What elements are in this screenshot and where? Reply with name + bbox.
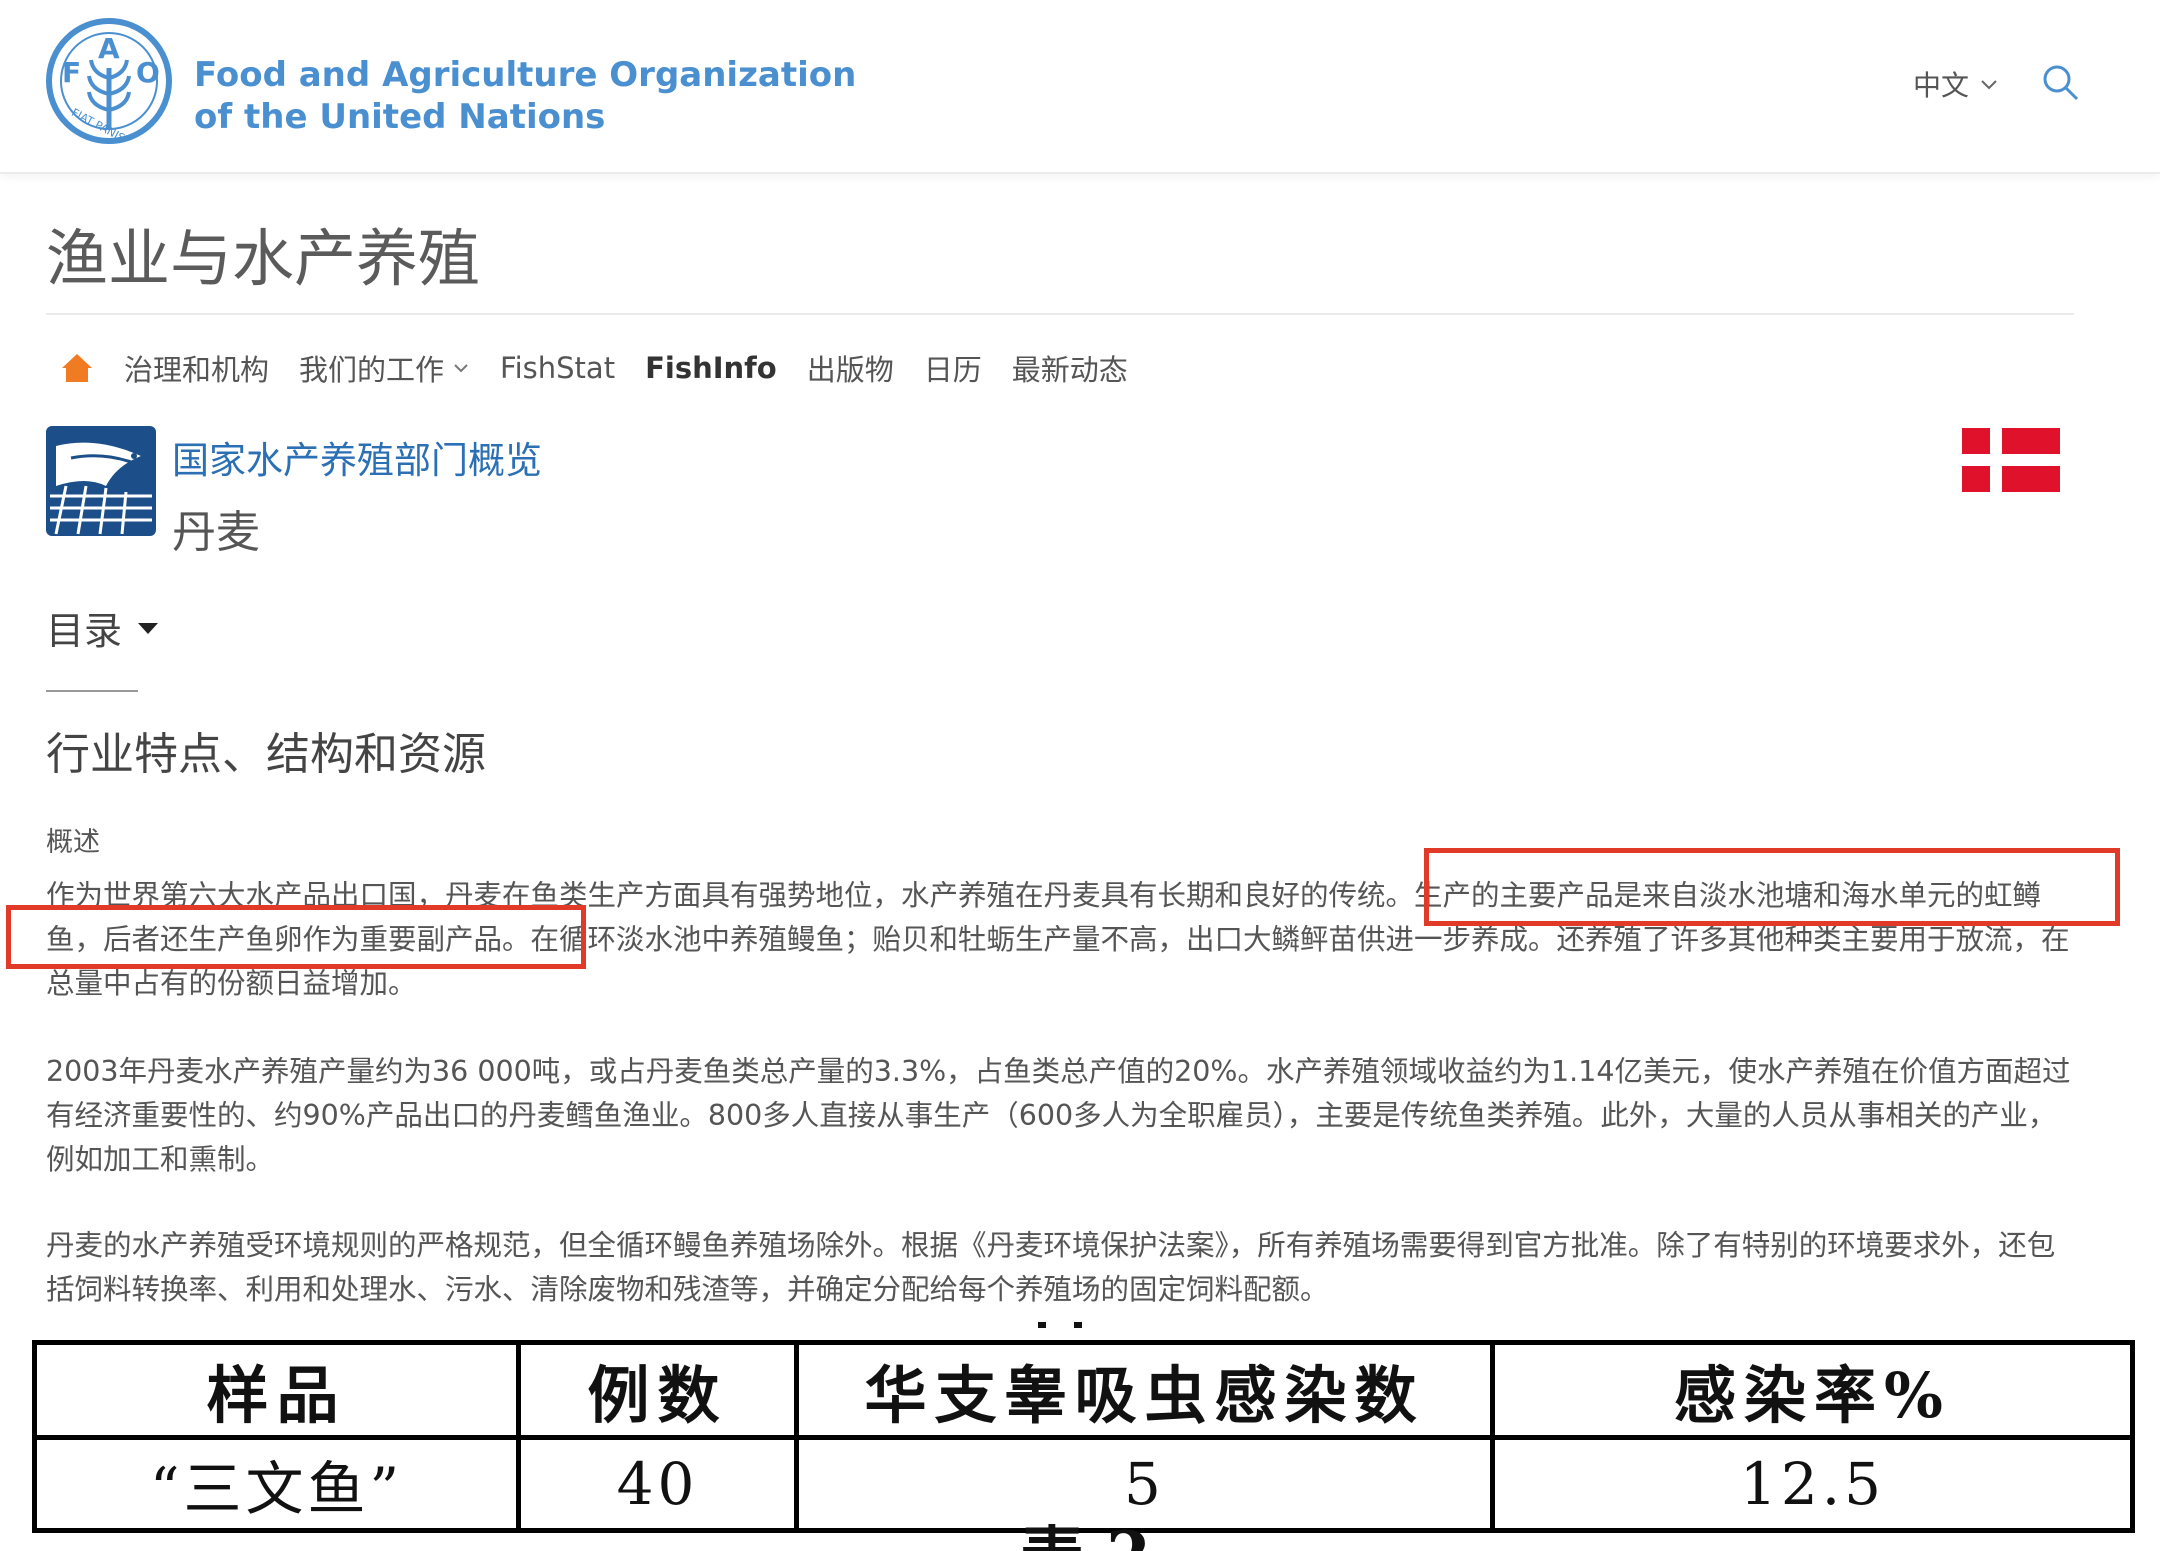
nav-item-calendar[interactable]: 日历	[924, 347, 982, 389]
section-subhead: 概述	[46, 827, 100, 858]
table-row: “三文鱼” 40 5 12.5	[32, 1435, 2135, 1533]
table-cell: “三文鱼”	[32, 1435, 521, 1533]
table-header-cell: 样品	[32, 1340, 521, 1440]
nav-item-fishstat[interactable]: FishStat	[500, 351, 615, 385]
chevron-down-icon	[454, 364, 468, 373]
table-header-cell: 例数	[516, 1340, 799, 1440]
paragraph-regulation: 丹麦的水产养殖受环境规则的严格规范，但全循环鳗鱼养殖场除外。根据《丹麦环境保护法…	[46, 1229, 2056, 1306]
home-icon[interactable]	[60, 351, 94, 385]
denmark-flag-icon	[1962, 428, 2060, 492]
paragraph-production: 2003年丹麦水产养殖产量约为36 000吨，或占丹麦鱼类总产量的3.3%，占鱼…	[46, 1055, 2071, 1176]
divider	[46, 313, 2074, 315]
table-cell: 40	[516, 1435, 799, 1533]
nav-item-news[interactable]: 最新动态	[1012, 347, 1128, 389]
search-icon[interactable]	[2040, 62, 2080, 102]
table-cell: 5	[794, 1435, 1495, 1533]
org-name[interactable]: Food and Agriculture Organization of the…	[194, 54, 856, 138]
chevron-down-icon	[1981, 80, 1997, 90]
caret-down-icon	[138, 622, 159, 634]
site-header: F A O FIAT PANIS Food and Agriculture Or…	[0, 0, 2160, 174]
logo-letter-o: O	[136, 56, 160, 89]
org-name-line1: Food and Agriculture Organization	[194, 55, 857, 95]
logo-letter-f: F	[62, 56, 81, 89]
table-header-cell: 感染率%	[1490, 1340, 2135, 1440]
table-of-contents-toggle[interactable]: 目录	[46, 600, 160, 655]
fishery-profile-icon	[46, 426, 156, 536]
profile-title-link[interactable]: 国家水产养殖部门概览	[172, 430, 542, 484]
cropped-text-fragment	[1038, 1322, 1082, 1328]
fao-logo[interactable]: F A O FIAT PANIS	[44, 16, 174, 146]
toc-label: 目录	[46, 609, 123, 653]
divider	[46, 690, 138, 692]
nav-item-governance[interactable]: 治理和机构	[124, 347, 269, 389]
nav-item-our-work[interactable]: 我们的工作	[299, 347, 470, 389]
table-header-row: 样品 例数 华支睾吸虫感染数 感染率%	[32, 1340, 2135, 1440]
logo-letter-a: A	[98, 32, 120, 65]
table-cell: 12.5	[1490, 1435, 2135, 1533]
nav-item-publications[interactable]: 出版物	[807, 347, 894, 389]
language-selector[interactable]: 中文	[1913, 64, 1999, 104]
page-title: 渔业与水产养殖	[46, 222, 481, 295]
section-title: 行业特点、结构和资源	[46, 729, 486, 780]
language-label: 中文	[1913, 69, 1970, 102]
section-nav: 治理和机构 我们的工作 FishStat FishInfo 出版物 日历 最新动…	[60, 348, 1158, 388]
paragraph-overview: 作为世界第六大水产品出口国，丹麦在鱼类生产方面具有强势地位，水产养殖在丹麦具有长…	[46, 879, 2070, 1000]
org-name-line2: of the United Nations	[194, 97, 606, 137]
table-caption-fragment: 表 2	[1020, 1524, 1151, 1551]
infection-sample-table: 样品 例数 华支睾吸虫感染数 感染率% “三文鱼” 40 5 12.5	[32, 1340, 2135, 1533]
country-name: 丹麦	[172, 507, 260, 558]
nav-item-fishinfo[interactable]: FishInfo	[645, 351, 777, 385]
table-header-cell: 华支睾吸虫感染数	[794, 1340, 1495, 1440]
